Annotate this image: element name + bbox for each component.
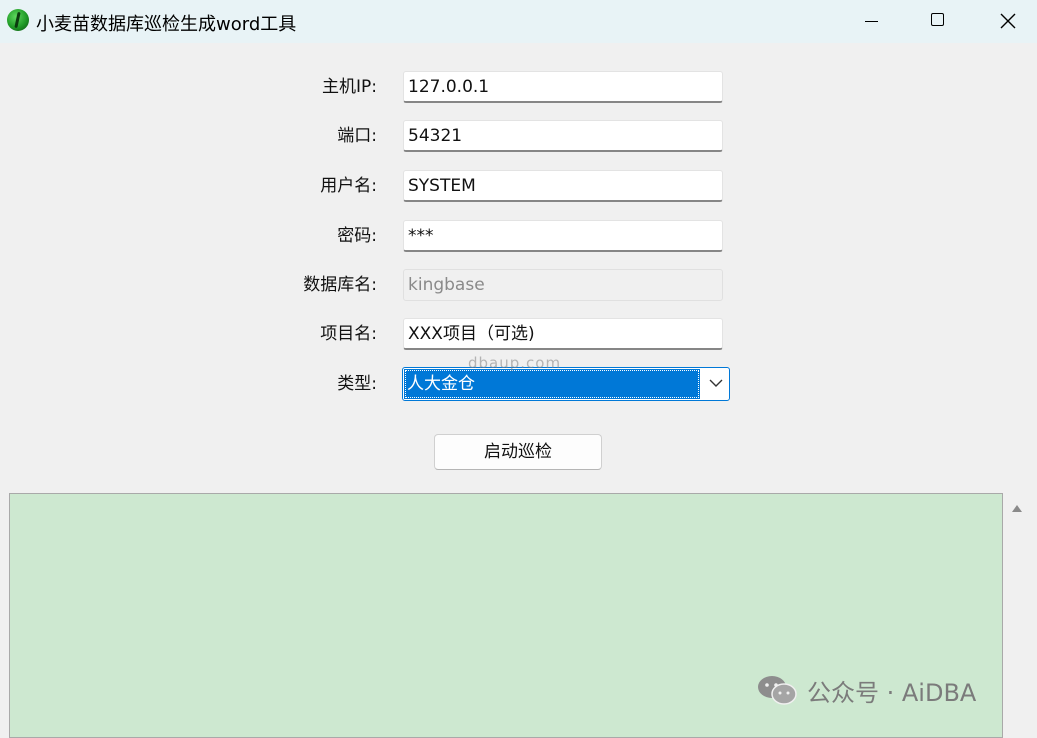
host-label: 主机IP: bbox=[322, 77, 377, 97]
log-scrollbar[interactable] bbox=[1003, 493, 1031, 732]
password-label: 密码: bbox=[337, 226, 377, 246]
type-selected-value: 人大金仓 bbox=[404, 369, 700, 399]
port-input[interactable]: 54321 bbox=[403, 120, 723, 152]
project-input[interactable]: XXX项目（可选) bbox=[403, 318, 723, 350]
wechat-icon bbox=[758, 676, 797, 705]
wheat-seedling-icon bbox=[7, 9, 29, 31]
password-input[interactable]: *** bbox=[403, 220, 723, 252]
maximize-icon bbox=[931, 13, 944, 26]
brand-watermark: 公众号 · AiDBA bbox=[757, 672, 976, 708]
title-bar[interactable]: 小麦苗数据库巡检生成word工具 bbox=[0, 0, 1037, 43]
brand-text: 公众号 · AiDBA bbox=[807, 678, 977, 707]
site-watermark: dbaup.com bbox=[468, 354, 562, 372]
type-label: 类型: bbox=[337, 374, 377, 394]
minimize-button[interactable] bbox=[843, 0, 903, 43]
host-input[interactable]: 127.0.0.1 bbox=[403, 71, 723, 103]
username-label: 用户名: bbox=[320, 176, 377, 196]
dbname-label: 数据库名: bbox=[303, 275, 377, 295]
minimize-icon bbox=[865, 21, 878, 22]
chevron-down-icon[interactable] bbox=[709, 378, 723, 388]
scroll-up-arrow-icon[interactable] bbox=[1011, 503, 1023, 513]
close-icon bbox=[1000, 13, 1016, 29]
start-inspection-button[interactable]: 启动巡检 bbox=[434, 434, 602, 470]
window-title: 小麦苗数据库巡检生成word工具 bbox=[36, 14, 297, 35]
username-input[interactable]: SYSTEM bbox=[403, 170, 723, 202]
maximize-button[interactable] bbox=[908, 0, 968, 43]
dbname-input: kingbase bbox=[403, 269, 723, 301]
type-select[interactable]: 人大金仓 bbox=[402, 367, 730, 401]
close-button[interactable] bbox=[977, 0, 1037, 43]
port-label: 端口: bbox=[337, 126, 377, 146]
project-label: 项目名: bbox=[320, 324, 377, 344]
